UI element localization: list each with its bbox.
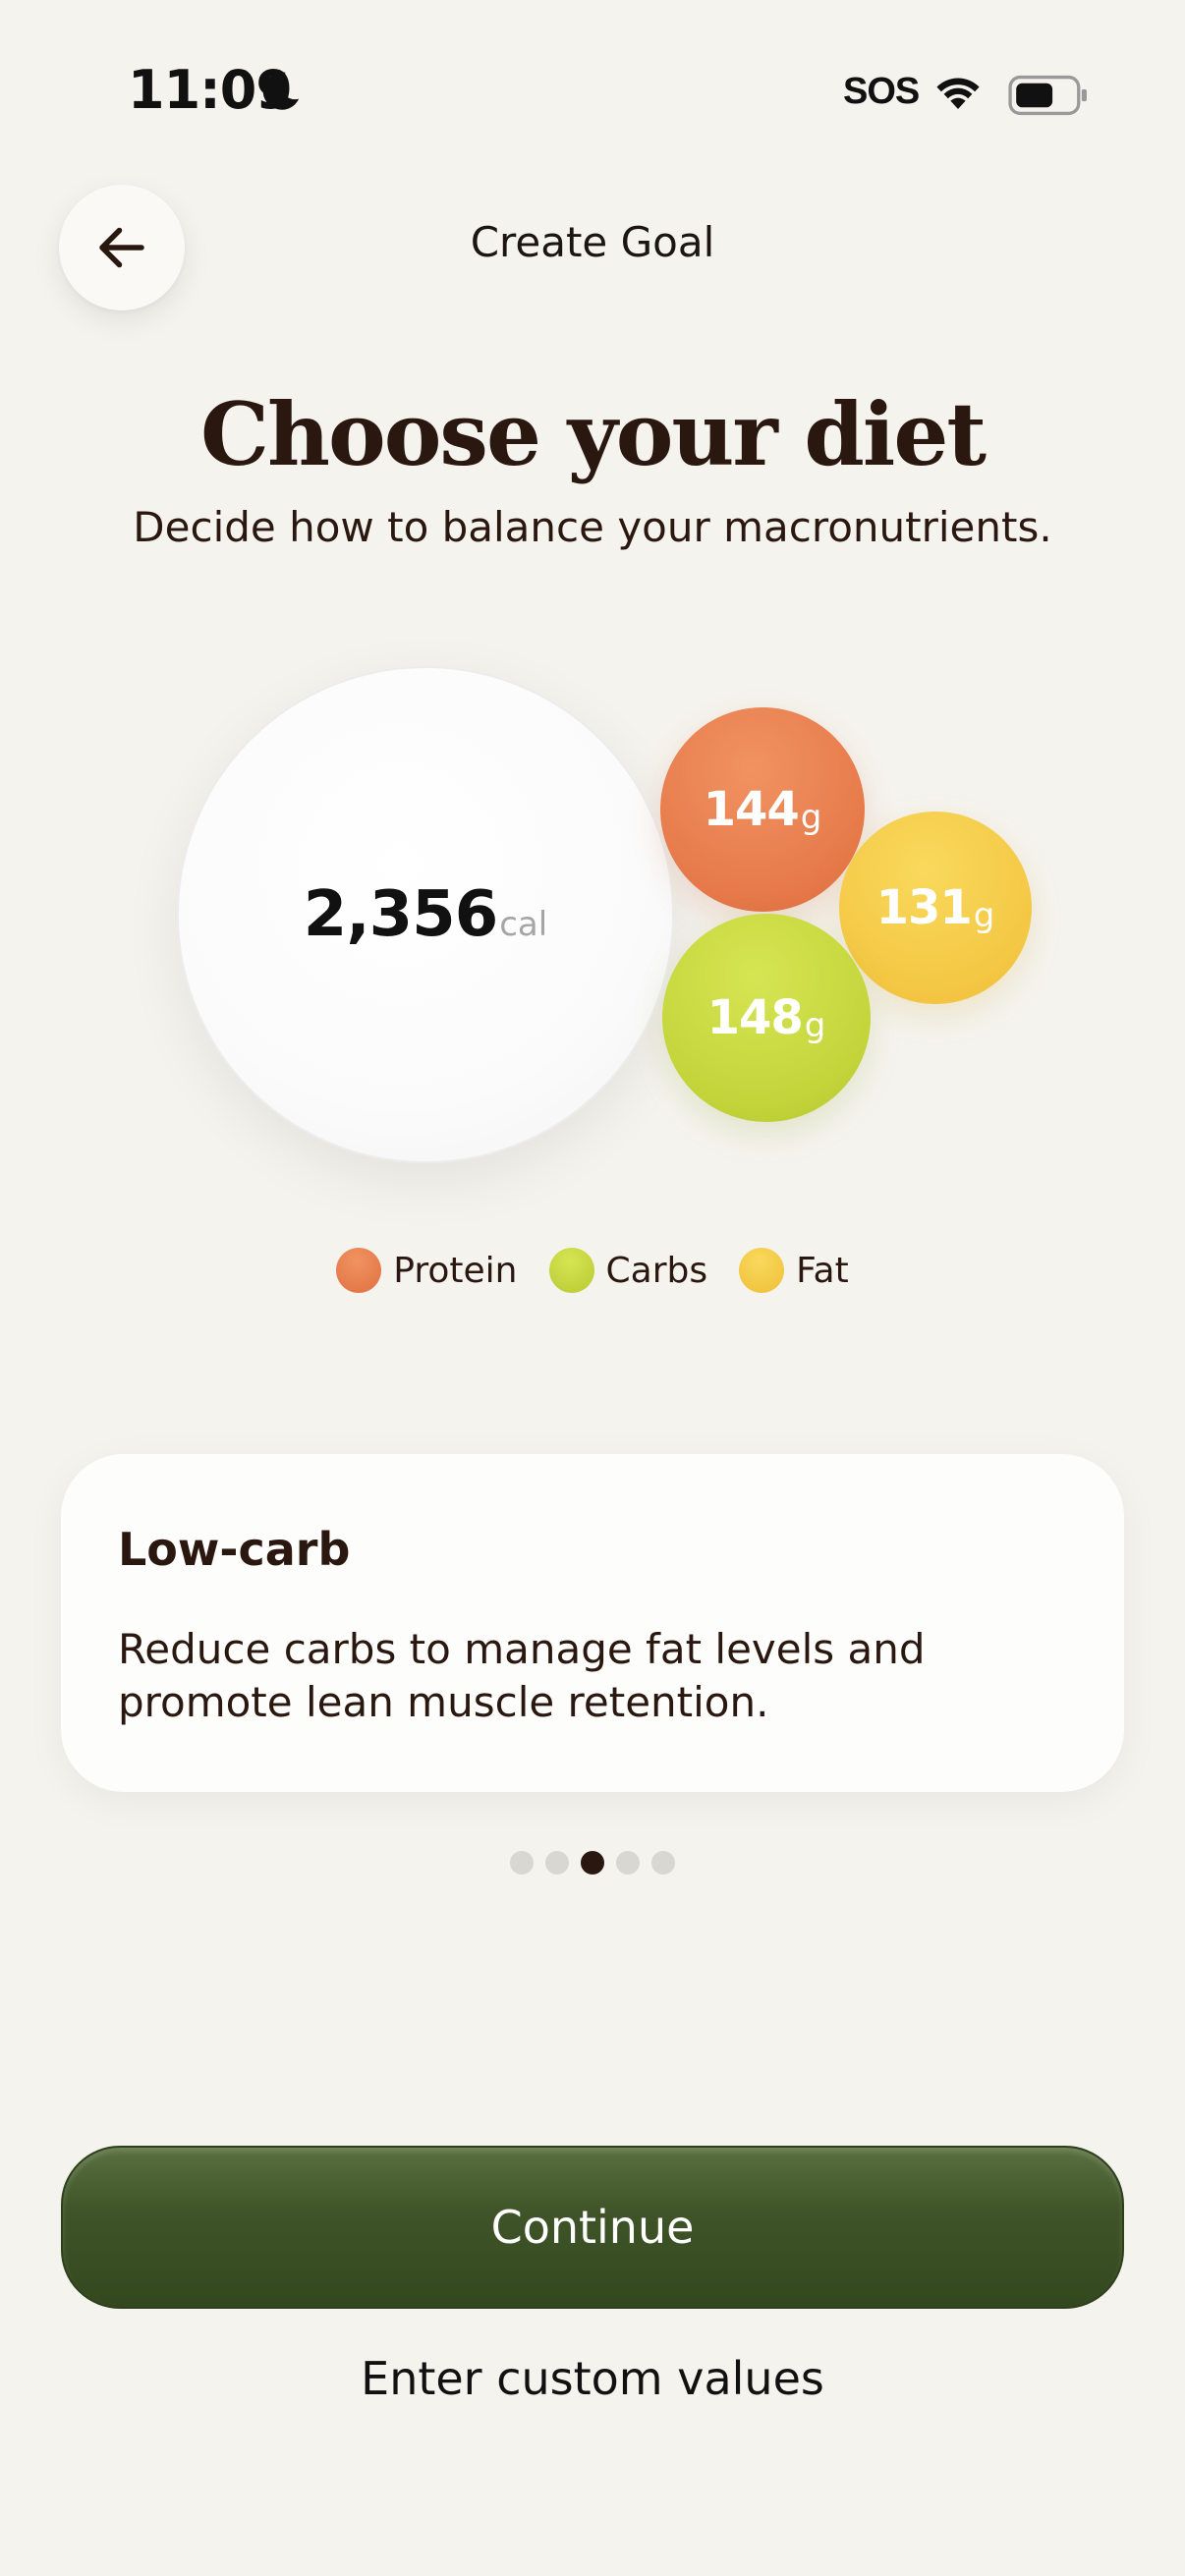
legend-item-protein: Protein: [336, 1248, 518, 1293]
diet-card-description: Reduce carbs to manage fat levels and pr…: [118, 1623, 1065, 1729]
page-title: Choose your diet: [200, 383, 987, 485]
fat-bubble: 131 g: [839, 812, 1032, 1004]
protein-bubble: 144 g: [660, 707, 865, 912]
carbs-value: 148: [706, 990, 804, 1045]
protein-dot-icon: [336, 1248, 382, 1293]
page-dot-1[interactable]: [510, 1851, 534, 1875]
page-dot-2[interactable]: [545, 1851, 569, 1875]
fat-dot-icon: [739, 1248, 785, 1293]
diet-card-description-line-2: promote lean muscle retention.: [118, 1678, 769, 1726]
page-dot-3-active[interactable]: [581, 1851, 604, 1875]
header-title: Create Goal: [470, 218, 715, 266]
carbs-bubble: 148 g: [662, 914, 871, 1122]
calories-bubble: 2,356 cal: [177, 666, 674, 1163]
legend-item-fat: Fat: [739, 1248, 849, 1293]
page-subtitle: Decide how to balance your macronutrient…: [133, 503, 1052, 551]
fat-value: 131: [875, 880, 973, 935]
protein-value: 144: [703, 782, 800, 837]
calories-unit: cal: [499, 905, 548, 944]
diet-card-description-line-1: Reduce carbs to manage fat levels and: [118, 1625, 926, 1673]
sos-indicator: SOS: [843, 71, 920, 112]
carbs-unit: g: [804, 1006, 826, 1045]
fat-unit: g: [973, 896, 995, 935]
legend-label-carbs: Carbs: [605, 1250, 708, 1291]
battery-icon: [1008, 75, 1087, 116]
macro-legend: Protein Carbs Fat: [0, 1248, 1185, 1293]
diet-option-card[interactable]: Low-carb Reduce carbs to manage fat leve…: [61, 1454, 1124, 1792]
moon-icon: [262, 72, 300, 110]
wifi-icon: [936, 78, 980, 109]
page-dot-5[interactable]: [651, 1851, 675, 1875]
diet-card-title: Low-carb: [118, 1523, 351, 1576]
legend-item-carbs: Carbs: [548, 1248, 708, 1293]
page-indicator[interactable]: [0, 1851, 1185, 1875]
continue-button[interactable]: Continue: [61, 2146, 1124, 2309]
enter-custom-values-link[interactable]: Enter custom values: [0, 2352, 1185, 2405]
carbs-dot-icon: [548, 1248, 594, 1293]
legend-label-protein: Protein: [393, 1250, 518, 1291]
protein-unit: g: [800, 798, 822, 837]
calories-value: 2,356: [303, 878, 498, 951]
page-dot-4[interactable]: [616, 1851, 640, 1875]
legend-label-fat: Fat: [796, 1250, 849, 1291]
